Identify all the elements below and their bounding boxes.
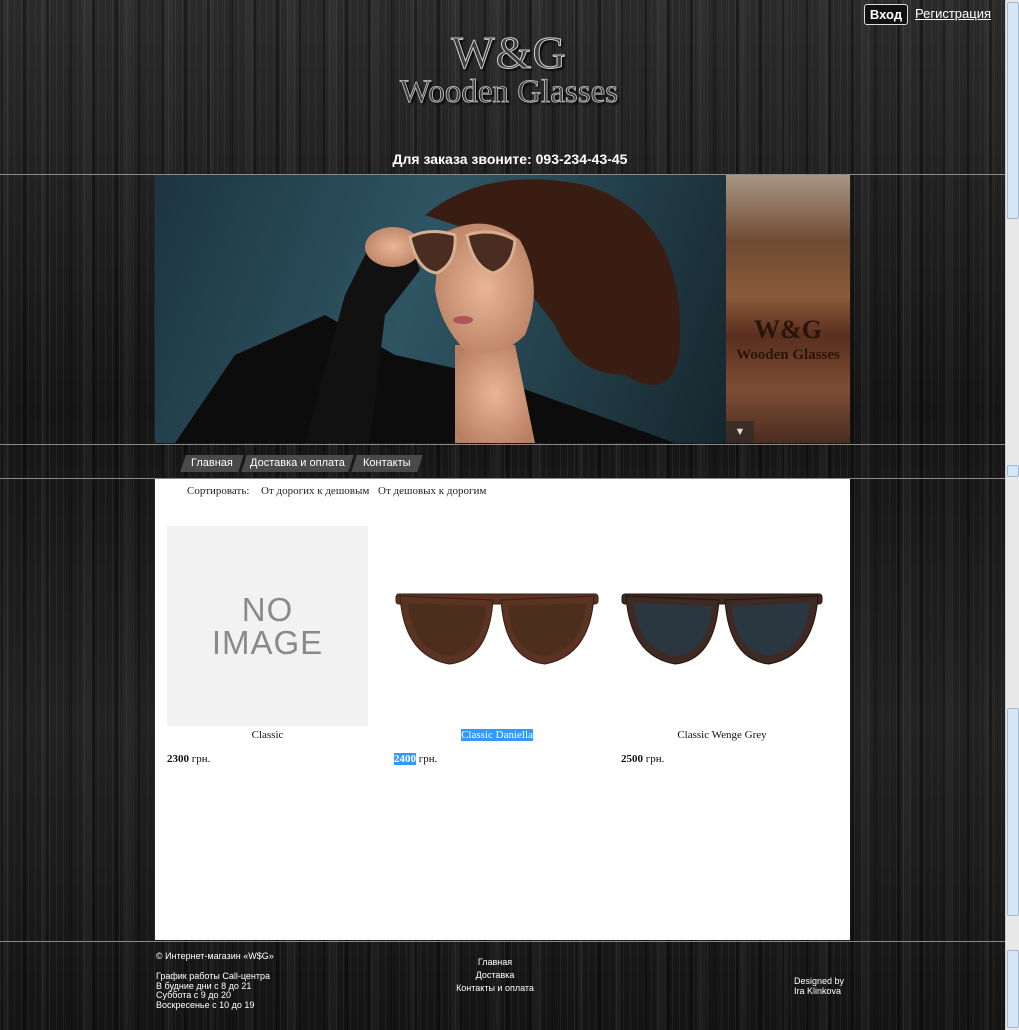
price-currency: грн. <box>645 753 665 765</box>
footer-link-contacts[interactable]: Контакты и оплата <box>400 984 590 993</box>
thumbnail-logo-subtitle: Wooden Glasses <box>736 347 840 363</box>
nav-item-label: Доставка и оплата <box>250 457 345 469</box>
divider <box>0 941 1005 942</box>
divider <box>0 444 1005 445</box>
sort-price-asc-link[interactable]: От дешовых к дорогим <box>378 485 486 497</box>
nav-item-contacts[interactable]: Контакты <box>351 455 423 472</box>
register-link[interactable]: Регистрация <box>915 6 991 21</box>
product-name[interactable]: Classic Daniella <box>394 729 600 741</box>
footer-copyright: © Интернет-магазин «W$G» <box>156 951 274 961</box>
product-name[interactable]: Classic Wenge Grey <box>620 729 824 741</box>
scrollbar-thumb[interactable] <box>1007 2 1019 219</box>
slider-thumbnail-strip[interactable]: W&G Wooden Glasses <box>726 175 850 443</box>
slider-main-image <box>155 175 726 443</box>
nav-item-label: Контакты <box>363 457 411 469</box>
footer-schedule-line: Суббота с 9 до 20 <box>156 990 232 1000</box>
scrollbar-thumb[interactable] <box>1007 708 1019 916</box>
logo-title[interactable]: W&G <box>400 26 618 79</box>
footer-link-home[interactable]: Главная <box>400 958 590 967</box>
nav-item-home[interactable]: Главная <box>180 455 244 472</box>
thumbnail-logo: W&G <box>754 315 822 344</box>
product-name[interactable]: Classic <box>167 729 368 741</box>
price-value: 2500 <box>621 753 643 765</box>
scrollbar-thumb[interactable] <box>1007 950 1019 1028</box>
no-image-line: IMAGE <box>211 624 324 661</box>
price-currency: грн. <box>418 753 438 765</box>
price-currency: грн. <box>191 753 211 765</box>
order-phone: Для заказа звоните: 093-234-43-45 <box>392 151 628 167</box>
footer-designer-name: Ira Klinkova <box>794 986 842 996</box>
footer-designed-by: Designed by <box>794 976 845 986</box>
product-name-text: Classic Daniella <box>461 729 533 741</box>
slider-down-arrow-icon[interactable]: ▼ <box>726 421 754 443</box>
product-price: 2500 грн. <box>621 753 664 765</box>
nav-item-label: Главная <box>191 457 233 469</box>
woman-photo <box>175 179 681 443</box>
scrollbar-thumb[interactable] <box>1007 465 1019 477</box>
product-image-classic-wenge-grey[interactable] <box>620 586 824 672</box>
footer-link-delivery[interactable]: Доставка <box>400 971 590 980</box>
login-button[interactable]: Вход <box>864 4 908 25</box>
no-image-text: NO IMAGE <box>167 593 368 659</box>
sort-price-desc-link[interactable]: От дорогих к дешовым <box>261 485 369 497</box>
product-image-classic-daniella[interactable] <box>394 586 600 672</box>
nav-item-delivery[interactable]: Доставка и оплата <box>241 455 354 472</box>
product-price: 2400 грн. <box>394 753 437 765</box>
sort-label: Сортировать: <box>187 485 250 497</box>
footer-schedule-line: Воскресенье с 10 до 19 <box>156 1000 255 1010</box>
no-image-line: NO <box>241 591 294 628</box>
product-price: 2300 грн. <box>167 753 210 765</box>
logo-subtitle[interactable]: Wooden Glasses <box>398 74 620 111</box>
price-value: 2400 <box>394 753 416 765</box>
footer-schedule-title: График работы Call-центра <box>156 971 270 981</box>
price-value: 2300 <box>167 753 189 765</box>
